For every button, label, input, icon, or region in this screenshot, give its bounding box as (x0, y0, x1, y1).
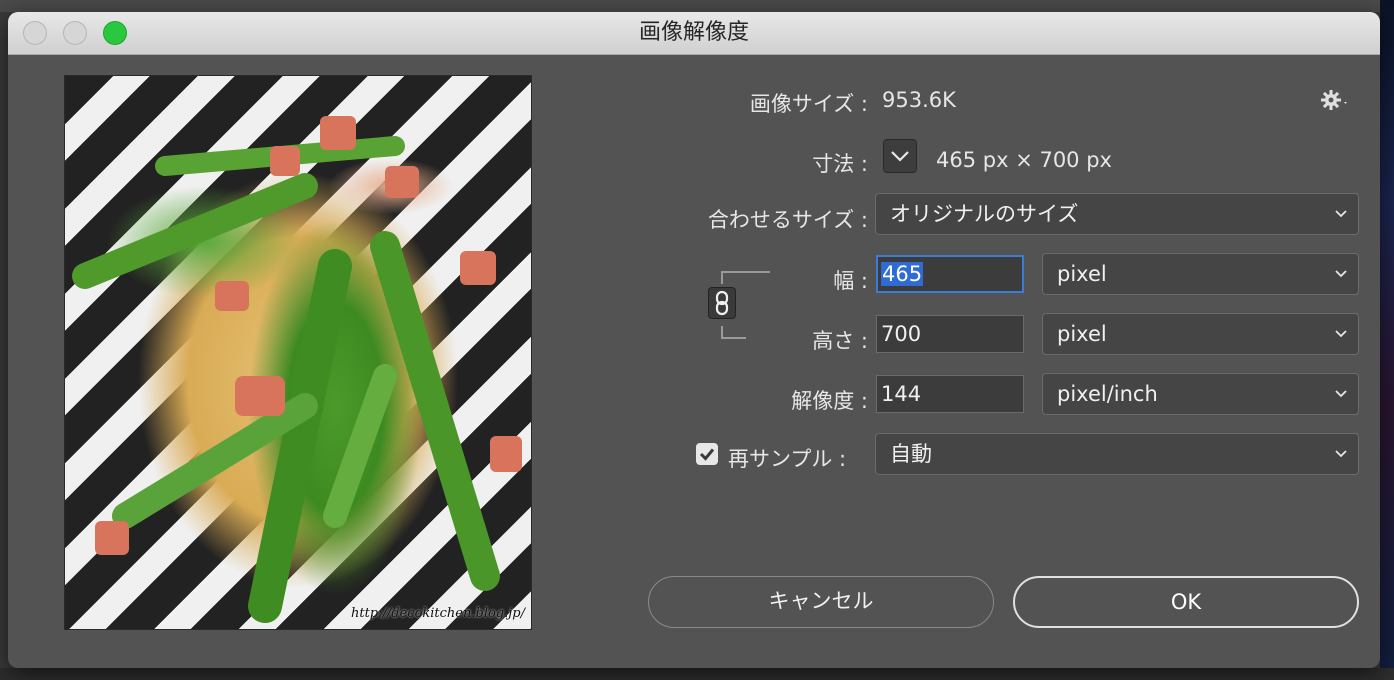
resolution-input[interactable]: 144 (876, 375, 1024, 413)
background-bottom (0, 668, 1394, 680)
width-unit-select[interactable]: pixel (1042, 253, 1359, 295)
resolution-label: 解像度 : (791, 389, 868, 413)
gear-icon[interactable] (1320, 88, 1350, 112)
dimensions-value: 465 px × 700 px (936, 148, 1112, 172)
chevron-down-icon (1335, 390, 1347, 398)
image-size-value: 953.6K (882, 88, 956, 112)
ok-button[interactable]: OK (1013, 576, 1359, 628)
dimensions-unit-toggle[interactable] (883, 139, 917, 173)
cancel-button[interactable]: キャンセル (648, 576, 994, 628)
preview-watermark: http://decokitchen.blog.jp/ (350, 606, 525, 621)
title-bar: 画像解像度 (8, 12, 1380, 55)
dimensions-label: 寸法 : (812, 152, 868, 176)
resolution-unit-selected: pixel/inch (1057, 382, 1158, 406)
image-preview[interactable]: http://decokitchen.blog.jp/ (64, 75, 532, 630)
chevron-down-icon (891, 151, 909, 162)
constrain-proportions-button[interactable] (708, 287, 736, 319)
fit-to-selected: オリジナルのサイズ (890, 202, 1079, 226)
resolution-unit-select[interactable]: pixel/inch (1042, 373, 1359, 415)
chevron-down-icon (1335, 270, 1347, 278)
height-unit-selected: pixel (1057, 322, 1107, 346)
fit-to-select[interactable]: オリジナルのサイズ (875, 193, 1359, 235)
width-label: 幅 : (833, 269, 868, 293)
resample-method-selected: 自動 (890, 442, 932, 466)
resolution-value: 144 (881, 382, 922, 406)
chevron-down-icon (1335, 210, 1347, 218)
checkmark-icon (699, 448, 715, 461)
height-label: 高さ : (812, 329, 868, 353)
background-desktop (1380, 0, 1394, 680)
width-unit-selected: pixel (1057, 262, 1107, 286)
height-value: 700 (881, 322, 922, 346)
width-input[interactable]: 465 (876, 255, 1024, 293)
dialog-title: 画像解像度 (638, 20, 749, 45)
resample-method-select[interactable]: 自動 (875, 433, 1359, 475)
chevron-down-icon (1335, 330, 1347, 338)
width-value: 465 (881, 262, 924, 286)
resample-label: 再サンプル : (728, 447, 847, 471)
height-input[interactable]: 700 (876, 315, 1024, 353)
chain-link-icon (715, 290, 729, 316)
background-top (0, 0, 1394, 12)
chevron-down-icon (1335, 450, 1347, 458)
image-size-dialog: 画像解像度 http://decokitchen.blog.jp/ 画像サイズ … (8, 12, 1380, 668)
fit-to-label: 合わせるサイズ : (707, 208, 868, 232)
preview-photo (72, 116, 522, 623)
image-size-label: 画像サイズ : (749, 92, 868, 116)
height-unit-select[interactable]: pixel (1042, 313, 1359, 355)
resample-checkbox[interactable] (696, 443, 718, 465)
